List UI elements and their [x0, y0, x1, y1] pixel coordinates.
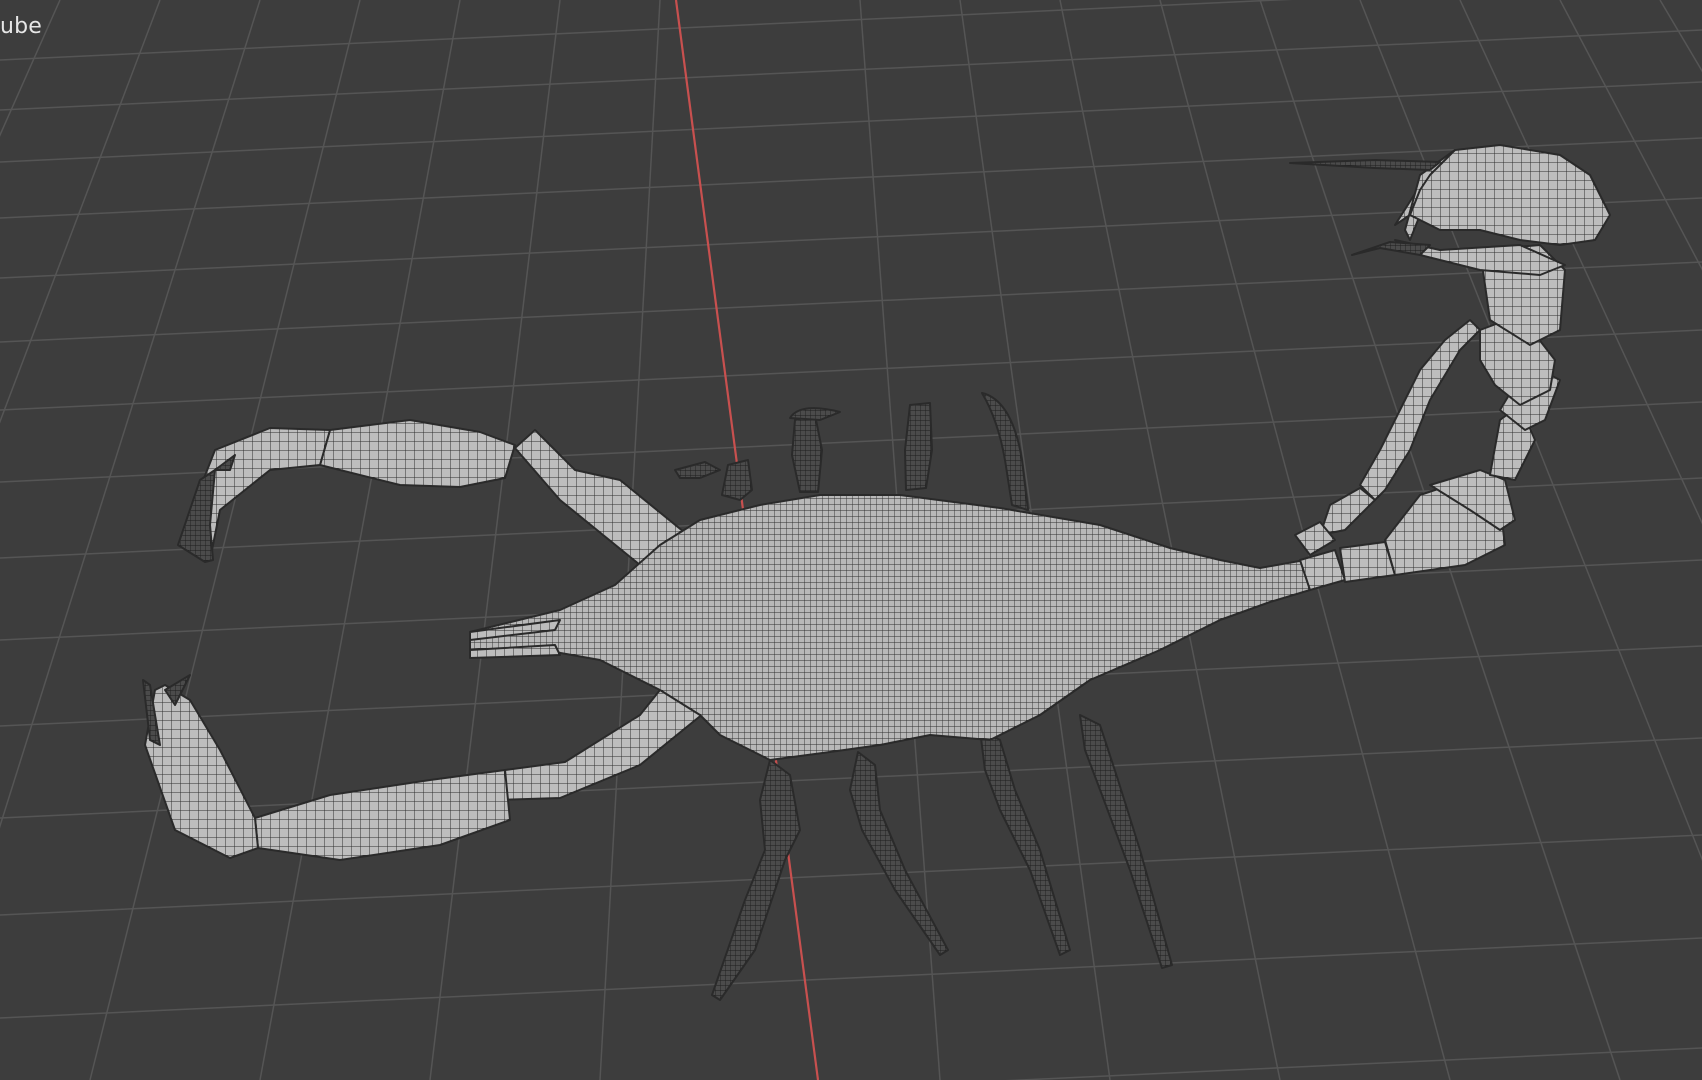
- viewport-canvas[interactable]: [0, 0, 1702, 1080]
- front-legs: [674, 392, 1029, 511]
- scorpion-mesh[interactable]: [142, 144, 1611, 1001]
- 3d-viewport[interactable]: ube: [0, 0, 1702, 1080]
- body-segment: [469, 494, 1311, 761]
- active-object-name: ube: [0, 14, 43, 39]
- tail-segments: [1294, 244, 1566, 591]
